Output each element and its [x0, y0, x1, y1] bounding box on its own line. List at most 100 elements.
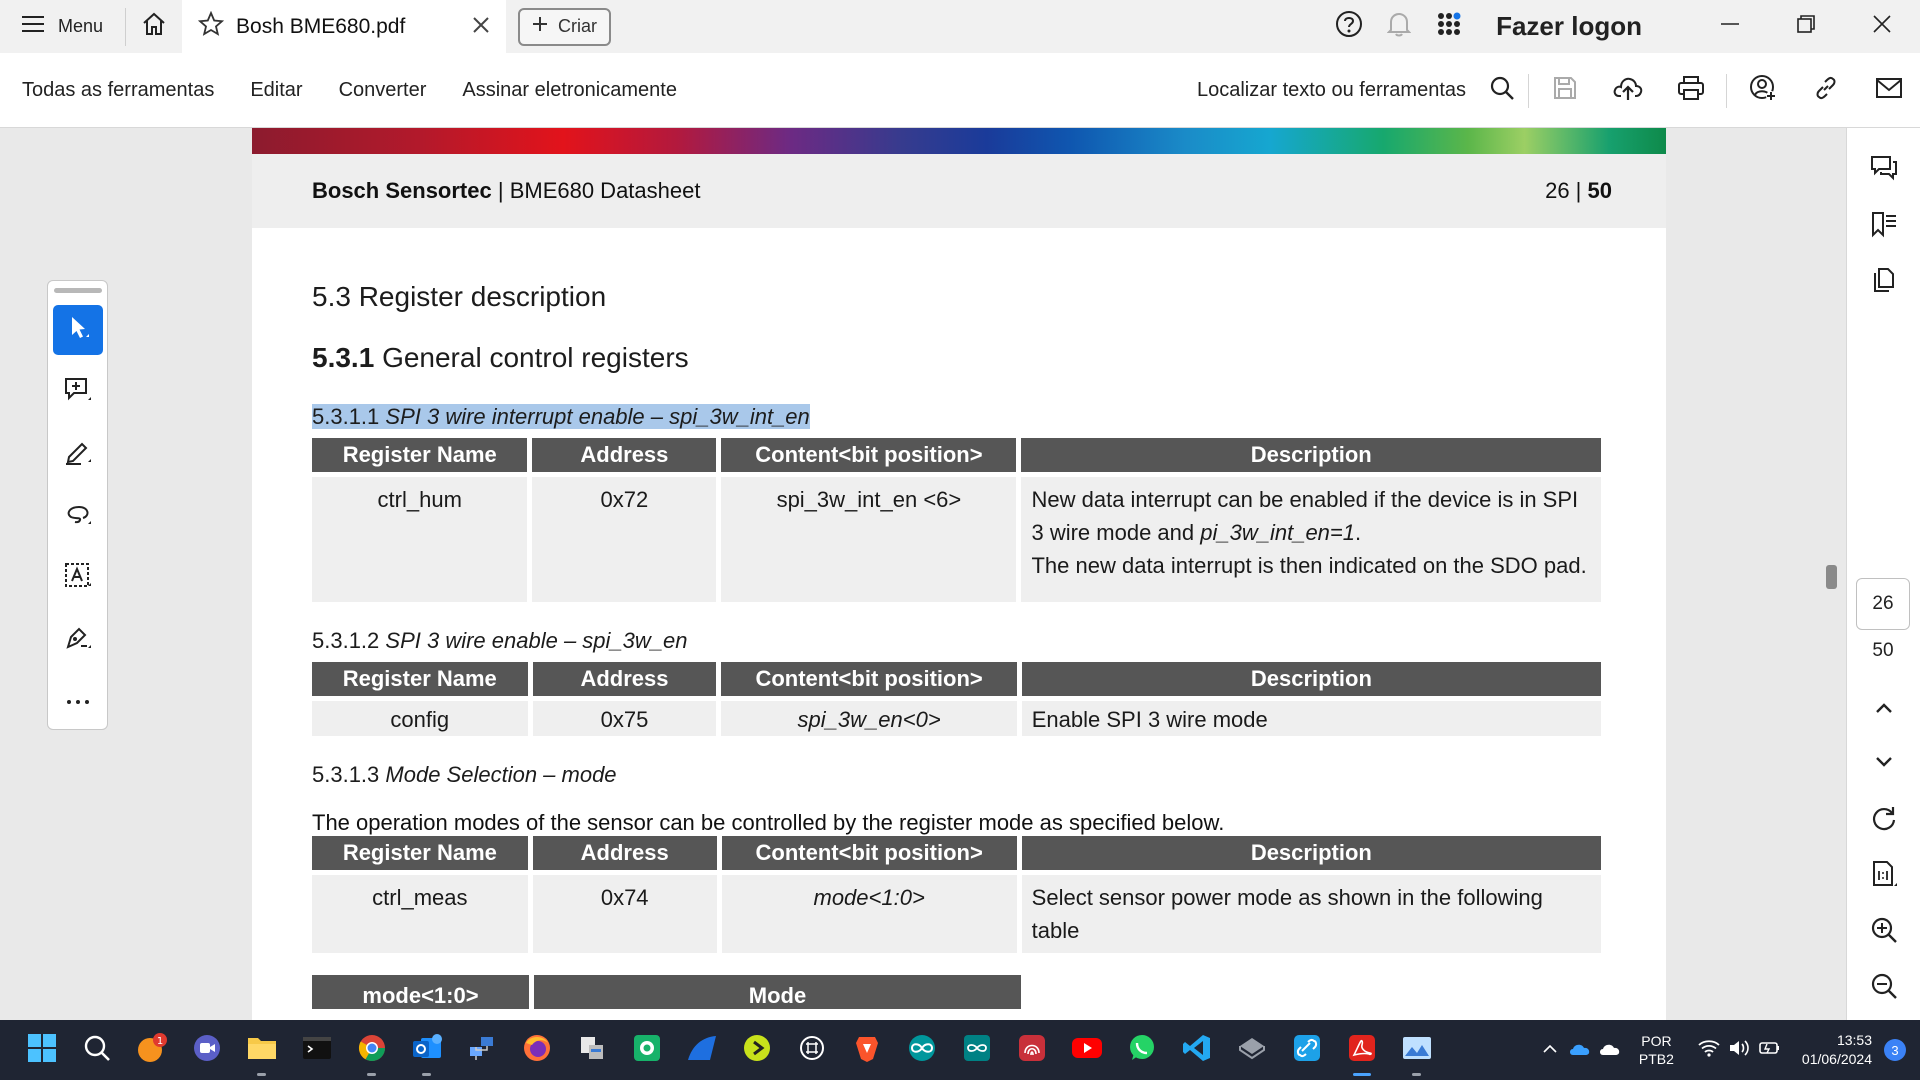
cloud-icon	[1568, 1040, 1592, 1061]
input-language[interactable]: POR PTB2	[1639, 1032, 1674, 1068]
hamburger-icon	[22, 15, 44, 38]
taskbar-file-explorer[interactable]	[234, 1020, 289, 1080]
close-window-button[interactable]	[1844, 0, 1920, 53]
email-button[interactable]	[1857, 53, 1920, 128]
table-row: ctrl_meas 0x74 mode<1:0> Select sensor p…	[312, 870, 1601, 953]
more-tools-button[interactable]	[53, 677, 103, 727]
taskbar-firefox[interactable]	[509, 1020, 564, 1080]
link-icon	[1813, 75, 1839, 106]
register-table-1: Register Name Address Content<bit positi…	[307, 438, 1606, 602]
link-button[interactable]	[1794, 53, 1857, 128]
taskbar-image-viewer[interactable]	[1389, 1020, 1444, 1080]
system-clock[interactable]: 13:53 01/06/2024	[1802, 1031, 1872, 1069]
taskbar-fingerprint-app[interactable]	[1004, 1020, 1059, 1080]
notifications-button[interactable]	[1374, 0, 1424, 53]
comment-tool[interactable]	[53, 367, 103, 417]
zoom-in-button[interactable]	[1864, 912, 1904, 952]
highlight-tool[interactable]	[53, 429, 103, 479]
register-heading-1[interactable]: 5.3.1.1 SPI 3 wire interrupt enable – sp…	[312, 404, 1606, 430]
taskbar-terminal[interactable]	[289, 1020, 344, 1080]
taskbar-snipping[interactable]	[564, 1020, 619, 1080]
taskbar-link-app[interactable]	[1279, 1020, 1334, 1080]
minimize-icon	[1720, 14, 1740, 39]
taskbar-search[interactable]	[69, 1020, 124, 1080]
taskbar-chip-app[interactable]	[1224, 1020, 1279, 1080]
table-header-row: Register Name Address Content<bit positi…	[312, 836, 1601, 870]
fountain-pen-icon	[63, 623, 93, 658]
notification-count-badge[interactable]: 3	[1884, 1039, 1906, 1061]
onedrive-personal-tray[interactable]	[1595, 1020, 1625, 1080]
text-tool[interactable]	[53, 553, 103, 603]
taskbar-app-teams[interactable]	[179, 1020, 234, 1080]
taskbar-vscode[interactable]	[1169, 1020, 1224, 1080]
panel-grip[interactable]	[53, 288, 102, 293]
battery-status[interactable]	[1754, 1020, 1784, 1080]
taskbar-whatsapp[interactable]	[1114, 1020, 1169, 1080]
arduino-icon	[906, 1033, 938, 1068]
taskbar-chrome[interactable]	[344, 1020, 399, 1080]
find-tools-label[interactable]: Localizar texto ou ferramentas	[1197, 79, 1466, 102]
add-comment-icon	[63, 375, 93, 410]
create-button[interactable]: Criar	[518, 7, 612, 46]
comments-panel-button[interactable]	[1864, 150, 1904, 190]
openai-icon	[797, 1033, 827, 1068]
taskbar-brave[interactable]	[839, 1020, 894, 1080]
volume-control[interactable]	[1724, 1020, 1754, 1080]
home-button[interactable]	[126, 0, 182, 53]
taskbar-youtube[interactable]	[1059, 1020, 1114, 1080]
desc-part-d: The new data interrupt is then indicated…	[1031, 553, 1587, 578]
clock-date: 01/06/2024	[1801, 1051, 1872, 1067]
onedrive-tray[interactable]	[1565, 1020, 1595, 1080]
bookmarks-panel-button[interactable]	[1864, 206, 1904, 246]
brand-color-stripe	[252, 128, 1666, 154]
share-user-button[interactable]	[1731, 53, 1794, 128]
menu-all-tools[interactable]: Todas as ferramentas	[22, 79, 214, 102]
keyboard-layout: PTB2	[1638, 1051, 1674, 1067]
wifi-status[interactable]	[1694, 1020, 1724, 1080]
menu-button[interactable]: Menu	[0, 0, 125, 53]
firefox-icon	[522, 1033, 552, 1068]
arduino-square-icon	[962, 1033, 992, 1068]
menu-esign[interactable]: Assinar eletronicamente	[462, 79, 677, 102]
taskbar-arduino[interactable]	[894, 1020, 949, 1080]
menu-convert[interactable]: Converter	[339, 79, 427, 102]
search-button[interactable]	[1480, 53, 1524, 128]
show-hidden-icons-button[interactable]	[1535, 1020, 1565, 1080]
taskbar-media-player[interactable]	[729, 1020, 784, 1080]
pages-panel-button[interactable]	[1864, 262, 1904, 302]
save-button[interactable]	[1533, 53, 1596, 128]
actual-size-button[interactable]	[1864, 856, 1904, 896]
sign-tool[interactable]	[53, 615, 103, 665]
restore-button[interactable]	[1768, 0, 1844, 53]
taskbar-blue-app[interactable]	[674, 1020, 729, 1080]
taskbar-network-tool[interactable]	[454, 1020, 509, 1080]
help-button[interactable]	[1324, 0, 1374, 53]
taskbar-arduino-ide[interactable]	[949, 1020, 1004, 1080]
apps-button[interactable]	[1424, 0, 1474, 53]
star-icon[interactable]	[197, 10, 225, 43]
draw-tool[interactable]	[53, 491, 103, 541]
login-button[interactable]: Fazer logon	[1496, 11, 1642, 42]
taskbar-outlook[interactable]	[399, 1020, 454, 1080]
upload-button[interactable]	[1596, 53, 1659, 128]
vertical-scrollbar-thumb[interactable]	[1826, 565, 1837, 589]
menu-edit[interactable]: Editar	[250, 79, 302, 102]
subsection-title: General control registers	[382, 342, 689, 373]
taskbar-acrobat[interactable]	[1334, 1020, 1389, 1080]
document-tab[interactable]: Bosh BME680.pdf	[182, 0, 507, 53]
previous-page-button[interactable]	[1864, 690, 1904, 730]
zoom-out-button[interactable]	[1864, 968, 1904, 1008]
rotate-button[interactable]	[1864, 800, 1904, 840]
select-tool[interactable]	[52, 305, 103, 355]
next-page-button[interactable]	[1864, 744, 1904, 784]
taskbar-app-ppt[interactable]: 1	[124, 1020, 179, 1080]
print-button[interactable]	[1659, 53, 1722, 128]
start-button[interactable]	[14, 1020, 69, 1080]
register-table-3: Register Name Address Content<bit positi…	[307, 836, 1606, 953]
taskbar-chatgpt[interactable]	[784, 1020, 839, 1080]
close-tab-icon[interactable]	[470, 14, 492, 42]
current-page-input[interactable]: 26	[1856, 578, 1910, 630]
col-content: Content<bit position>	[721, 438, 1017, 472]
taskbar-green-app[interactable]	[619, 1020, 674, 1080]
minimize-button[interactable]	[1692, 0, 1768, 53]
